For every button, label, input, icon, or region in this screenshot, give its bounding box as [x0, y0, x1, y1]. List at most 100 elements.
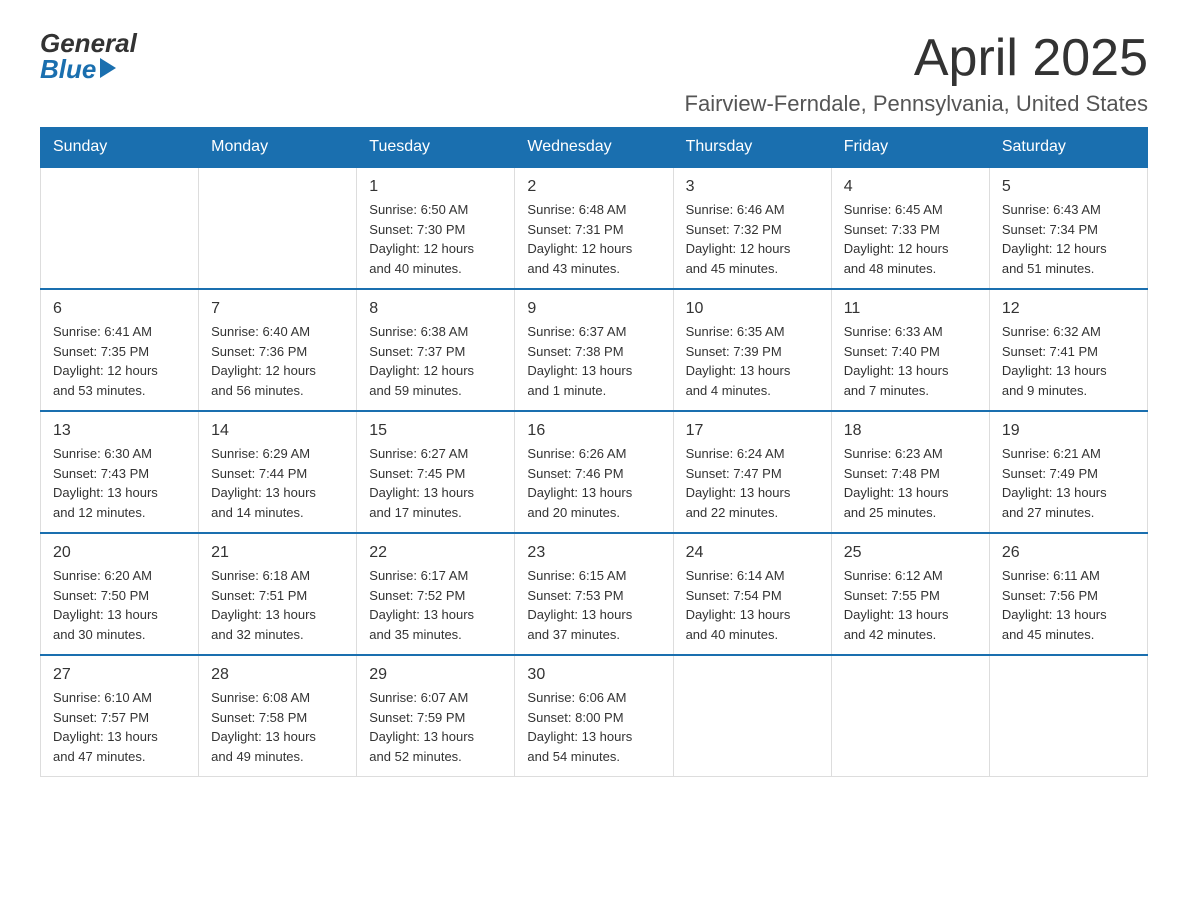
calendar-cell: 25Sunrise: 6:12 AM Sunset: 7:55 PM Dayli…	[831, 533, 989, 655]
day-info: Sunrise: 6:23 AM Sunset: 7:48 PM Dayligh…	[844, 444, 977, 522]
day-info: Sunrise: 6:38 AM Sunset: 7:37 PM Dayligh…	[369, 322, 502, 400]
day-info: Sunrise: 6:32 AM Sunset: 7:41 PM Dayligh…	[1002, 322, 1135, 400]
day-number: 17	[686, 422, 819, 440]
day-number: 26	[1002, 544, 1135, 562]
calendar-week-4: 20Sunrise: 6:20 AM Sunset: 7:50 PM Dayli…	[41, 533, 1148, 655]
day-number: 24	[686, 544, 819, 562]
day-number: 2	[527, 178, 660, 196]
calendar-header-sunday: Sunday	[41, 128, 199, 168]
day-number: 4	[844, 178, 977, 196]
calendar-cell: 1Sunrise: 6:50 AM Sunset: 7:30 PM Daylig…	[357, 167, 515, 289]
day-number: 14	[211, 422, 344, 440]
calendar-week-1: 1Sunrise: 6:50 AM Sunset: 7:30 PM Daylig…	[41, 167, 1148, 289]
day-info: Sunrise: 6:48 AM Sunset: 7:31 PM Dayligh…	[527, 200, 660, 278]
calendar-cell: 29 Sunrise: 6:07 AM Sunset: 7:59 PM Dayli…	[357, 655, 515, 777]
calendar-cell: 23 Sunrise: 6:15 AM Sunset: 7:53 PM Dayli…	[515, 533, 673, 655]
day-info: Sunrise: 6:46 AM Sunset: 7:32 PM Dayligh…	[686, 200, 819, 278]
calendar-cell: 5 Sunrise: 6:43 AM Sunset: 7:34 PM Daylig…	[989, 167, 1147, 289]
day-info: Sunrise: 6:26 AM Sunset: 7:46 PM Dayligh…	[527, 444, 660, 522]
day-info: Sunrise: 6:33 AM Sunset: 7:40 PM Dayligh…	[844, 322, 977, 400]
day-number: 3	[686, 178, 819, 196]
day-number: 1	[369, 178, 502, 196]
day-number: 21	[211, 544, 344, 562]
calendar-cell: 28 Sunrise: 6:08 AM Sunset: 7:58 PM Dayli…	[199, 655, 357, 777]
calendar-cell	[199, 167, 357, 289]
day-number: 11	[844, 300, 977, 318]
calendar-header-monday: Monday	[199, 128, 357, 168]
calendar-cell: 18 Sunrise: 6:23 AM Sunset: 7:48 PM Dayli…	[831, 411, 989, 533]
day-number: 19	[1002, 422, 1135, 440]
calendar-cell: 4 Sunrise: 6:45 AM Sunset: 7:33 PM Daylig…	[831, 167, 989, 289]
calendar-cell: 7 Sunrise: 6:40 AM Sunset: 7:36 PM Daylig…	[199, 289, 357, 411]
calendar-cell: 3 Sunrise: 6:46 AM Sunset: 7:32 PM Daylig…	[673, 167, 831, 289]
calendar-week-5: 27Sunrise: 6:10 AM Sunset: 7:57 PM Dayli…	[41, 655, 1148, 777]
day-number: 13	[53, 422, 186, 440]
calendar-cell: 11 Sunrise: 6:33 AM Sunset: 7:40 PM Dayli…	[831, 289, 989, 411]
day-info: Sunrise: 6:17 AM Sunset: 7:52 PM Dayligh…	[369, 566, 502, 644]
day-info: Sunrise: 6:21 AM Sunset: 7:49 PM Dayligh…	[1002, 444, 1135, 522]
calendar-cell: 14 Sunrise: 6:29 AM Sunset: 7:44 PM Dayli…	[199, 411, 357, 533]
calendar-cell: 8 Sunrise: 6:38 AM Sunset: 7:37 PM Daylig…	[357, 289, 515, 411]
day-number: 12	[1002, 300, 1135, 318]
calendar-cell	[41, 167, 199, 289]
day-info: Sunrise: 6:14 AM Sunset: 7:54 PM Dayligh…	[686, 566, 819, 644]
day-number: 20	[53, 544, 186, 562]
day-number: 18	[844, 422, 977, 440]
calendar-header-tuesday: Tuesday	[357, 128, 515, 168]
logo-blue-text: Blue	[40, 56, 96, 82]
day-info: Sunrise: 6:12 AM Sunset: 7:55 PM Dayligh…	[844, 566, 977, 644]
day-info: Sunrise: 6:07 AM Sunset: 7:59 PM Dayligh…	[369, 688, 502, 766]
calendar-cell: 17 Sunrise: 6:24 AM Sunset: 7:47 PM Dayli…	[673, 411, 831, 533]
day-number: 7	[211, 300, 344, 318]
calendar-cell: 30Sunrise: 6:06 AM Sunset: 8:00 PM Dayli…	[515, 655, 673, 777]
day-number: 29	[369, 666, 502, 684]
day-info: Sunrise: 6:15 AM Sunset: 7:53 PM Dayligh…	[527, 566, 660, 644]
calendar-cell: 16 Sunrise: 6:26 AM Sunset: 7:46 PM Dayli…	[515, 411, 673, 533]
day-number: 28	[211, 666, 344, 684]
calendar-header-row: SundayMondayTuesdayWednesdayThursdayFrid…	[41, 128, 1148, 168]
day-info: Sunrise: 6:40 AM Sunset: 7:36 PM Dayligh…	[211, 322, 344, 400]
calendar-cell: 26Sunrise: 6:11 AM Sunset: 7:56 PM Dayli…	[989, 533, 1147, 655]
calendar-cell: 21Sunrise: 6:18 AM Sunset: 7:51 PM Dayli…	[199, 533, 357, 655]
day-info: Sunrise: 6:37 AM Sunset: 7:38 PM Dayligh…	[527, 322, 660, 400]
day-number: 8	[369, 300, 502, 318]
title-area: April 2025 Fairview-Ferndale, Pennsylvan…	[685, 30, 1148, 117]
day-info: Sunrise: 6:41 AM Sunset: 7:35 PM Dayligh…	[53, 322, 186, 400]
calendar-week-2: 6 Sunrise: 6:41 AM Sunset: 7:35 PM Daylig…	[41, 289, 1148, 411]
calendar-cell: 2 Sunrise: 6:48 AM Sunset: 7:31 PM Daylig…	[515, 167, 673, 289]
calendar-table: SundayMondayTuesdayWednesdayThursdayFrid…	[40, 127, 1148, 777]
day-info: Sunrise: 6:08 AM Sunset: 7:58 PM Dayligh…	[211, 688, 344, 766]
calendar-cell: 27Sunrise: 6:10 AM Sunset: 7:57 PM Dayli…	[41, 655, 199, 777]
day-info: Sunrise: 6:43 AM Sunset: 7:34 PM Dayligh…	[1002, 200, 1135, 278]
page-title: April 2025	[685, 30, 1148, 87]
page-subtitle: Fairview-Ferndale, Pennsylvania, United …	[685, 91, 1148, 117]
calendar-cell: 20Sunrise: 6:20 AM Sunset: 7:50 PM Dayli…	[41, 533, 199, 655]
day-number: 6	[53, 300, 186, 318]
day-info: Sunrise: 6:24 AM Sunset: 7:47 PM Dayligh…	[686, 444, 819, 522]
day-info: Sunrise: 6:29 AM Sunset: 7:44 PM Dayligh…	[211, 444, 344, 522]
day-info: Sunrise: 6:45 AM Sunset: 7:33 PM Dayligh…	[844, 200, 977, 278]
logo-triangle-icon	[100, 58, 116, 78]
day-number: 10	[686, 300, 819, 318]
calendar-week-3: 13 Sunrise: 6:30 AM Sunset: 7:43 PM Dayli…	[41, 411, 1148, 533]
calendar-cell: 22 Sunrise: 6:17 AM Sunset: 7:52 PM Dayli…	[357, 533, 515, 655]
calendar-header-saturday: Saturday	[989, 128, 1147, 168]
day-number: 16	[527, 422, 660, 440]
calendar-header-thursday: Thursday	[673, 128, 831, 168]
calendar-cell: 12 Sunrise: 6:32 AM Sunset: 7:41 PM Dayli…	[989, 289, 1147, 411]
header: General Blue April 2025 Fairview-Ferndal…	[40, 30, 1148, 117]
calendar-cell: 6 Sunrise: 6:41 AM Sunset: 7:35 PM Daylig…	[41, 289, 199, 411]
calendar-cell: 13 Sunrise: 6:30 AM Sunset: 7:43 PM Dayli…	[41, 411, 199, 533]
calendar-cell: 10Sunrise: 6:35 AM Sunset: 7:39 PM Dayli…	[673, 289, 831, 411]
day-info: Sunrise: 6:10 AM Sunset: 7:57 PM Dayligh…	[53, 688, 186, 766]
day-number: 22	[369, 544, 502, 562]
day-number: 15	[369, 422, 502, 440]
day-number: 23	[527, 544, 660, 562]
calendar-cell: 9Sunrise: 6:37 AM Sunset: 7:38 PM Daylig…	[515, 289, 673, 411]
calendar-cell	[673, 655, 831, 777]
day-number: 5	[1002, 178, 1135, 196]
day-info: Sunrise: 6:27 AM Sunset: 7:45 PM Dayligh…	[369, 444, 502, 522]
day-info: Sunrise: 6:06 AM Sunset: 8:00 PM Dayligh…	[527, 688, 660, 766]
calendar-cell: 19 Sunrise: 6:21 AM Sunset: 7:49 PM Dayli…	[989, 411, 1147, 533]
day-info: Sunrise: 6:30 AM Sunset: 7:43 PM Dayligh…	[53, 444, 186, 522]
